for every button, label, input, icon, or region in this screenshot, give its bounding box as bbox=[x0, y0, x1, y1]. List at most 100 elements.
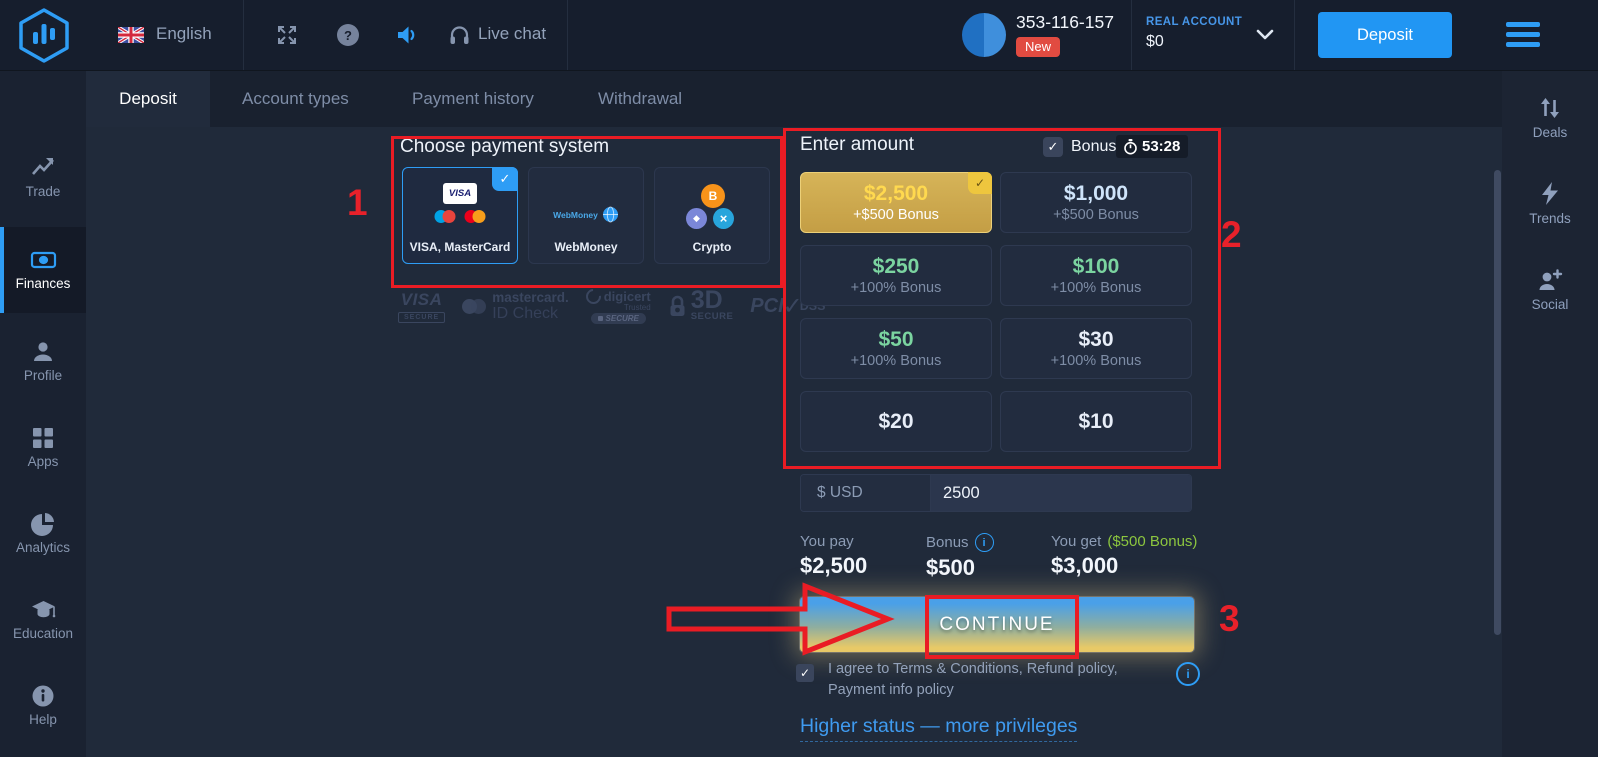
finances-tab-bar: Deposit Account types Payment history Wi… bbox=[86, 71, 1502, 127]
amount-value: $10 bbox=[1078, 410, 1113, 434]
account-balance: $0 bbox=[1146, 33, 1164, 51]
higher-status-link[interactable]: Higher status — more privileges bbox=[800, 715, 1077, 742]
amount-value: $2,500 bbox=[864, 182, 928, 206]
sidebar-item-deals[interactable]: Deals bbox=[1502, 95, 1598, 140]
agree-terms-text[interactable]: I agree to Terms & Conditions, Refund po… bbox=[828, 659, 1162, 700]
left-sidebar: Trade Finances Profile Apps bbox=[0, 71, 86, 757]
amount-option-10[interactable]: $10 bbox=[1000, 391, 1192, 452]
help-question-icon[interactable]: ? bbox=[337, 24, 359, 46]
sidebar-label: Profile bbox=[0, 368, 86, 383]
checkmark-icon: ✓ bbox=[800, 666, 810, 680]
you-pay-value: $2,500 bbox=[800, 553, 867, 579]
agree-checkbox[interactable]: ✓ bbox=[796, 664, 814, 682]
right-sidebar: Deals Trends Social bbox=[1502, 71, 1598, 757]
language-flag-icon[interactable] bbox=[118, 27, 144, 48]
terms-info-icon[interactable]: i bbox=[1176, 662, 1200, 686]
webmoney-logo: WebMoney bbox=[529, 206, 643, 223]
amount-value: $20 bbox=[878, 410, 913, 434]
amount-option-20[interactable]: $20 bbox=[800, 391, 992, 452]
amount-option-100[interactable]: $100 +100% Bonus bbox=[1000, 245, 1192, 306]
currency-selector[interactable]: $ USD bbox=[801, 475, 931, 511]
trust-badges: VISA SECURE mastercard. ID Check digicer… bbox=[398, 286, 778, 326]
sidebar-item-analytics[interactable]: Analytics bbox=[0, 509, 86, 587]
language-selector[interactable]: English bbox=[156, 24, 212, 44]
sound-icon[interactable] bbox=[395, 23, 419, 47]
sidebar-item-apps[interactable]: Apps bbox=[0, 423, 86, 501]
bonus-info-icon[interactable]: i bbox=[975, 533, 994, 552]
sidebar-item-trends[interactable]: Trends bbox=[1502, 181, 1598, 226]
amount-bonus: +100% Bonus bbox=[1051, 280, 1142, 296]
trade-icon bbox=[30, 155, 56, 181]
payment-method-webmoney[interactable]: WebMoney WebMoney bbox=[528, 167, 644, 264]
menu-burger-icon[interactable] bbox=[1506, 22, 1540, 52]
amount-bonus: +100% Bonus bbox=[851, 353, 942, 369]
sidebar-label: Social bbox=[1502, 297, 1598, 312]
sidebar-item-social[interactable]: Social bbox=[1502, 267, 1598, 312]
amount-bonus: +100% Bonus bbox=[1051, 353, 1142, 369]
payment-method-label: Crypto bbox=[655, 240, 769, 254]
deals-icon bbox=[1537, 95, 1563, 121]
bonus-checkbox[interactable]: ✓ bbox=[1043, 137, 1063, 157]
apps-icon bbox=[30, 425, 56, 451]
content-area bbox=[86, 127, 1502, 757]
amount-input[interactable] bbox=[931, 475, 1191, 511]
you-get-summary: You get ($500 Bonus) $3,000 bbox=[1051, 533, 1197, 579]
payment-method-label: WebMoney bbox=[529, 240, 643, 254]
sidebar-item-trade[interactable]: Trade bbox=[0, 153, 86, 231]
bonus-summary: Bonus i $500 bbox=[926, 533, 994, 581]
amount-value: $1,000 bbox=[1064, 182, 1128, 206]
timer-value: 53:28 bbox=[1142, 138, 1180, 155]
sidebar-item-settings[interactable] bbox=[0, 753, 86, 757]
deposit-page: English ? Live chat 353-116-157 New REAL… bbox=[0, 0, 1598, 757]
info-icon bbox=[30, 683, 56, 709]
visa-secure-badge: VISA SECURE bbox=[398, 290, 445, 323]
deposit-button[interactable]: Deposit bbox=[1318, 12, 1452, 58]
card-circles-logo bbox=[435, 210, 486, 223]
fullscreen-icon[interactable] bbox=[276, 24, 298, 46]
tab-withdrawal[interactable]: Withdrawal bbox=[598, 89, 682, 109]
analytics-icon bbox=[30, 511, 56, 537]
continue-button[interactable]: CONTINUE bbox=[800, 597, 1194, 652]
you-get-bonus-note: ($500 Bonus) bbox=[1107, 533, 1197, 550]
avatar[interactable] bbox=[962, 13, 1006, 57]
divider bbox=[1131, 0, 1132, 70]
sidebar-label: Apps bbox=[0, 454, 86, 469]
amount-option-1000[interactable]: $1,000 +$500 Bonus bbox=[1000, 172, 1192, 233]
amount-option-250[interactable]: $250 +100% Bonus bbox=[800, 245, 992, 306]
live-chat-button[interactable]: Live chat bbox=[478, 24, 546, 44]
visa-card-logo: VISA bbox=[443, 183, 477, 204]
sidebar-item-education[interactable]: Education bbox=[0, 595, 86, 673]
account-dropdown-chevron-icon[interactable] bbox=[1256, 29, 1274, 40]
amount-option-50[interactable]: $50 +100% Bonus bbox=[800, 318, 992, 379]
divider bbox=[567, 0, 568, 70]
ripple-icon: × bbox=[713, 208, 734, 229]
payment-method-visa-mastercard[interactable]: ✓ VISA VISA, MasterCard bbox=[402, 167, 518, 264]
bonus-timer: 53:28 bbox=[1116, 135, 1188, 158]
amount-option-2500[interactable]: ✓ $2,500 +$500 Bonus bbox=[800, 172, 992, 233]
lock-icon bbox=[668, 294, 687, 319]
amount-section-title: Enter amount bbox=[800, 134, 914, 156]
new-account-badge: New bbox=[1016, 37, 1060, 57]
sidebar-label: Finances bbox=[0, 276, 86, 291]
platform-logo-icon[interactable] bbox=[17, 7, 71, 64]
sidebar-label: Help bbox=[0, 712, 86, 727]
account-type-label: REAL ACCOUNT bbox=[1146, 16, 1242, 28]
tab-account-types[interactable]: Account types bbox=[242, 89, 349, 109]
payment-method-crypto[interactable]: B ◆ × Crypto bbox=[654, 167, 770, 264]
question-glyph: ? bbox=[344, 28, 352, 43]
bitcoin-icon: B bbox=[701, 184, 725, 208]
sidebar-item-finances[interactable]: Finances bbox=[0, 227, 86, 313]
bonus-value: $500 bbox=[926, 555, 994, 581]
tab-payment-history[interactable]: Payment history bbox=[412, 89, 534, 109]
sidebar-item-profile[interactable]: Profile bbox=[0, 337, 86, 415]
trends-icon bbox=[1538, 181, 1562, 207]
amount-value: $250 bbox=[873, 255, 920, 279]
finances-icon bbox=[30, 247, 57, 273]
tab-deposit[interactable]: Deposit bbox=[86, 71, 210, 127]
amount-option-30[interactable]: $30 +100% Bonus bbox=[1000, 318, 1192, 379]
headset-icon bbox=[448, 24, 471, 46]
sidebar-label: Education bbox=[0, 626, 86, 641]
bonus-label: Bonus bbox=[1071, 138, 1116, 156]
sidebar-item-help[interactable]: Help bbox=[0, 681, 86, 757]
content-scrollbar[interactable] bbox=[1494, 170, 1501, 635]
